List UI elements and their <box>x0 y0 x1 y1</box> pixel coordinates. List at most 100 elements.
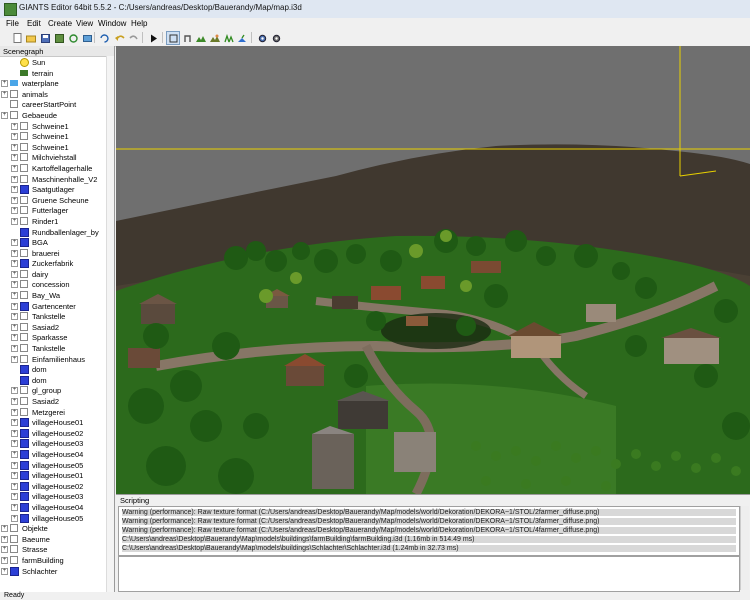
scenegraph-node[interactable]: + BGA <box>0 237 106 248</box>
expand-icon[interactable]: + <box>1 535 8 543</box>
save-as-icon[interactable] <box>52 31 66 45</box>
scenegraph-node[interactable]: + villageHouse01 <box>0 470 106 481</box>
expand-icon[interactable]: + <box>11 196 18 204</box>
scenegraph-node[interactable]: + Sparkasse <box>0 332 106 343</box>
scenegraph-node[interactable]: + Bay_Wa <box>0 290 106 301</box>
scenegraph-node[interactable]: + Rinder1 <box>0 216 106 227</box>
scenegraph-node[interactable]: + villageHouse03 <box>0 491 106 502</box>
scenegraph-node[interactable]: + Tankstelle <box>0 311 106 322</box>
expand-icon[interactable]: + <box>11 472 18 480</box>
scenegraph-node[interactable]: dom <box>0 364 106 375</box>
scenegraph-node[interactable]: + animals <box>0 89 106 100</box>
expand-icon[interactable]: + <box>11 302 18 310</box>
expand-icon[interactable]: + <box>11 249 18 257</box>
settings-gear-icon[interactable] <box>255 31 269 45</box>
undo-icon[interactable] <box>113 31 127 45</box>
new-file-icon[interactable] <box>10 31 24 45</box>
expand-icon[interactable]: + <box>11 270 18 278</box>
scenegraph-node[interactable]: + Gartencenter <box>0 301 106 312</box>
3d-viewport[interactable] <box>116 46 750 494</box>
refresh-icon[interactable] <box>66 31 80 45</box>
expand-icon[interactable]: + <box>11 186 18 194</box>
expand-icon[interactable]: + <box>1 525 8 533</box>
expand-icon[interactable]: + <box>11 408 18 416</box>
scenegraph-node[interactable]: + brauerei <box>0 248 106 259</box>
scenegraph-node[interactable]: + Saatgutlager <box>0 184 106 195</box>
scenegraph-node[interactable]: + villageHouse02 <box>0 428 106 439</box>
scenegraph-node[interactable]: + Sasiad2 <box>0 396 106 407</box>
expand-icon[interactable]: + <box>1 111 8 119</box>
menu-edit[interactable]: Edit <box>27 19 41 28</box>
scenegraph-node[interactable]: Sun <box>0 57 106 68</box>
expand-icon[interactable]: + <box>11 429 18 437</box>
expand-icon[interactable]: + <box>11 440 18 448</box>
scenegraph-node[interactable]: Rundballenlager_by <box>0 227 106 238</box>
terrain-sculpt-icon[interactable] <box>194 31 208 45</box>
open-folder-icon[interactable] <box>24 31 38 45</box>
menu-help[interactable]: Help <box>131 19 147 28</box>
scenegraph-node[interactable]: + Maschinenhalle_V2 <box>0 174 106 185</box>
scenegraph-node[interactable]: + Milchviehstall <box>0 152 106 163</box>
expand-icon[interactable]: + <box>11 419 18 427</box>
grass-paint-icon[interactable] <box>236 31 250 45</box>
expand-icon[interactable]: + <box>11 334 18 342</box>
scenegraph-node[interactable]: + villageHouse03 <box>0 438 106 449</box>
scenegraph-node[interactable]: + Objekte <box>0 523 106 534</box>
expand-icon[interactable]: + <box>11 398 18 405</box>
scenegraph-node[interactable]: + Sasiad2 <box>0 322 106 333</box>
scenegraph-node[interactable]: terrain <box>0 68 106 79</box>
expand-icon[interactable]: + <box>11 355 18 363</box>
expand-icon[interactable]: + <box>11 503 18 511</box>
scenegraph-node[interactable]: + concession <box>0 279 106 290</box>
move-mode-icon[interactable] <box>180 31 194 45</box>
select-mode-icon[interactable] <box>166 31 180 45</box>
foliage-paint-icon[interactable] <box>222 31 236 45</box>
expand-icon[interactable]: + <box>11 387 18 395</box>
import-icon[interactable] <box>80 31 94 45</box>
terrain-paint-icon[interactable] <box>208 31 222 45</box>
expand-icon[interactable]: + <box>11 239 18 247</box>
expand-icon[interactable]: + <box>11 217 18 225</box>
scenegraph-node[interactable]: + Schlachter <box>0 566 106 577</box>
expand-icon[interactable]: + <box>11 260 18 268</box>
expand-icon[interactable]: + <box>11 164 18 172</box>
expand-icon[interactable]: + <box>11 122 18 130</box>
scenegraph-node[interactable]: + villageHouse02 <box>0 481 106 492</box>
snap-settings-icon[interactable] <box>269 31 283 45</box>
expand-icon[interactable]: + <box>11 292 18 300</box>
scenegraph-node[interactable]: + Gruene Scheune <box>0 195 106 206</box>
expand-icon[interactable]: + <box>11 461 18 469</box>
scenegraph-node[interactable]: + Schweine1 <box>0 121 106 132</box>
scenegraph-node[interactable]: + Zuckerfabrik <box>0 258 106 269</box>
expand-icon[interactable]: + <box>11 345 18 353</box>
expand-icon[interactable]: + <box>11 482 18 490</box>
scenegraph-node[interactable]: + Futterlager <box>0 205 106 216</box>
expand-icon[interactable]: + <box>11 450 18 458</box>
expand-icon[interactable]: + <box>11 175 18 183</box>
expand-icon[interactable]: + <box>11 313 18 321</box>
scripting-scrollbar[interactable] <box>740 506 749 590</box>
expand-icon[interactable]: + <box>1 90 8 98</box>
scenegraph-node[interactable]: + villageHouse01 <box>0 417 106 428</box>
expand-icon[interactable]: + <box>1 567 8 575</box>
reload-icon[interactable] <box>97 31 111 45</box>
scenegraph-node[interactable]: + dairy <box>0 269 106 280</box>
scenegraph-node[interactable]: + gl_group <box>0 385 106 396</box>
scenegraph-node[interactable]: + farmBuilding <box>0 555 106 566</box>
expand-icon[interactable]: + <box>11 514 18 522</box>
redo-icon[interactable] <box>127 31 141 45</box>
scenegraph-node[interactable]: + waterplane <box>0 78 106 89</box>
scenegraph-node[interactable]: + villageHouse05 <box>0 513 106 524</box>
scenegraph-node[interactable]: + Baeume <box>0 534 106 545</box>
expand-icon[interactable]: + <box>1 80 8 88</box>
scenegraph-node[interactable]: + villageHouse04 <box>0 502 106 513</box>
expand-icon[interactable]: + <box>11 133 18 141</box>
scenegraph-node[interactable]: + Gebaeude <box>0 110 106 121</box>
scenegraph-node[interactable]: dom <box>0 375 106 386</box>
scenegraph-node[interactable]: + Kartoffellagerhalle <box>0 163 106 174</box>
scenegraph-node[interactable]: + Metzgerei <box>0 407 106 418</box>
expand-icon[interactable]: + <box>1 546 8 554</box>
script-input[interactable] <box>118 556 740 592</box>
scenegraph-scrollbar[interactable] <box>106 56 114 592</box>
menu-window[interactable]: Window <box>98 19 126 28</box>
